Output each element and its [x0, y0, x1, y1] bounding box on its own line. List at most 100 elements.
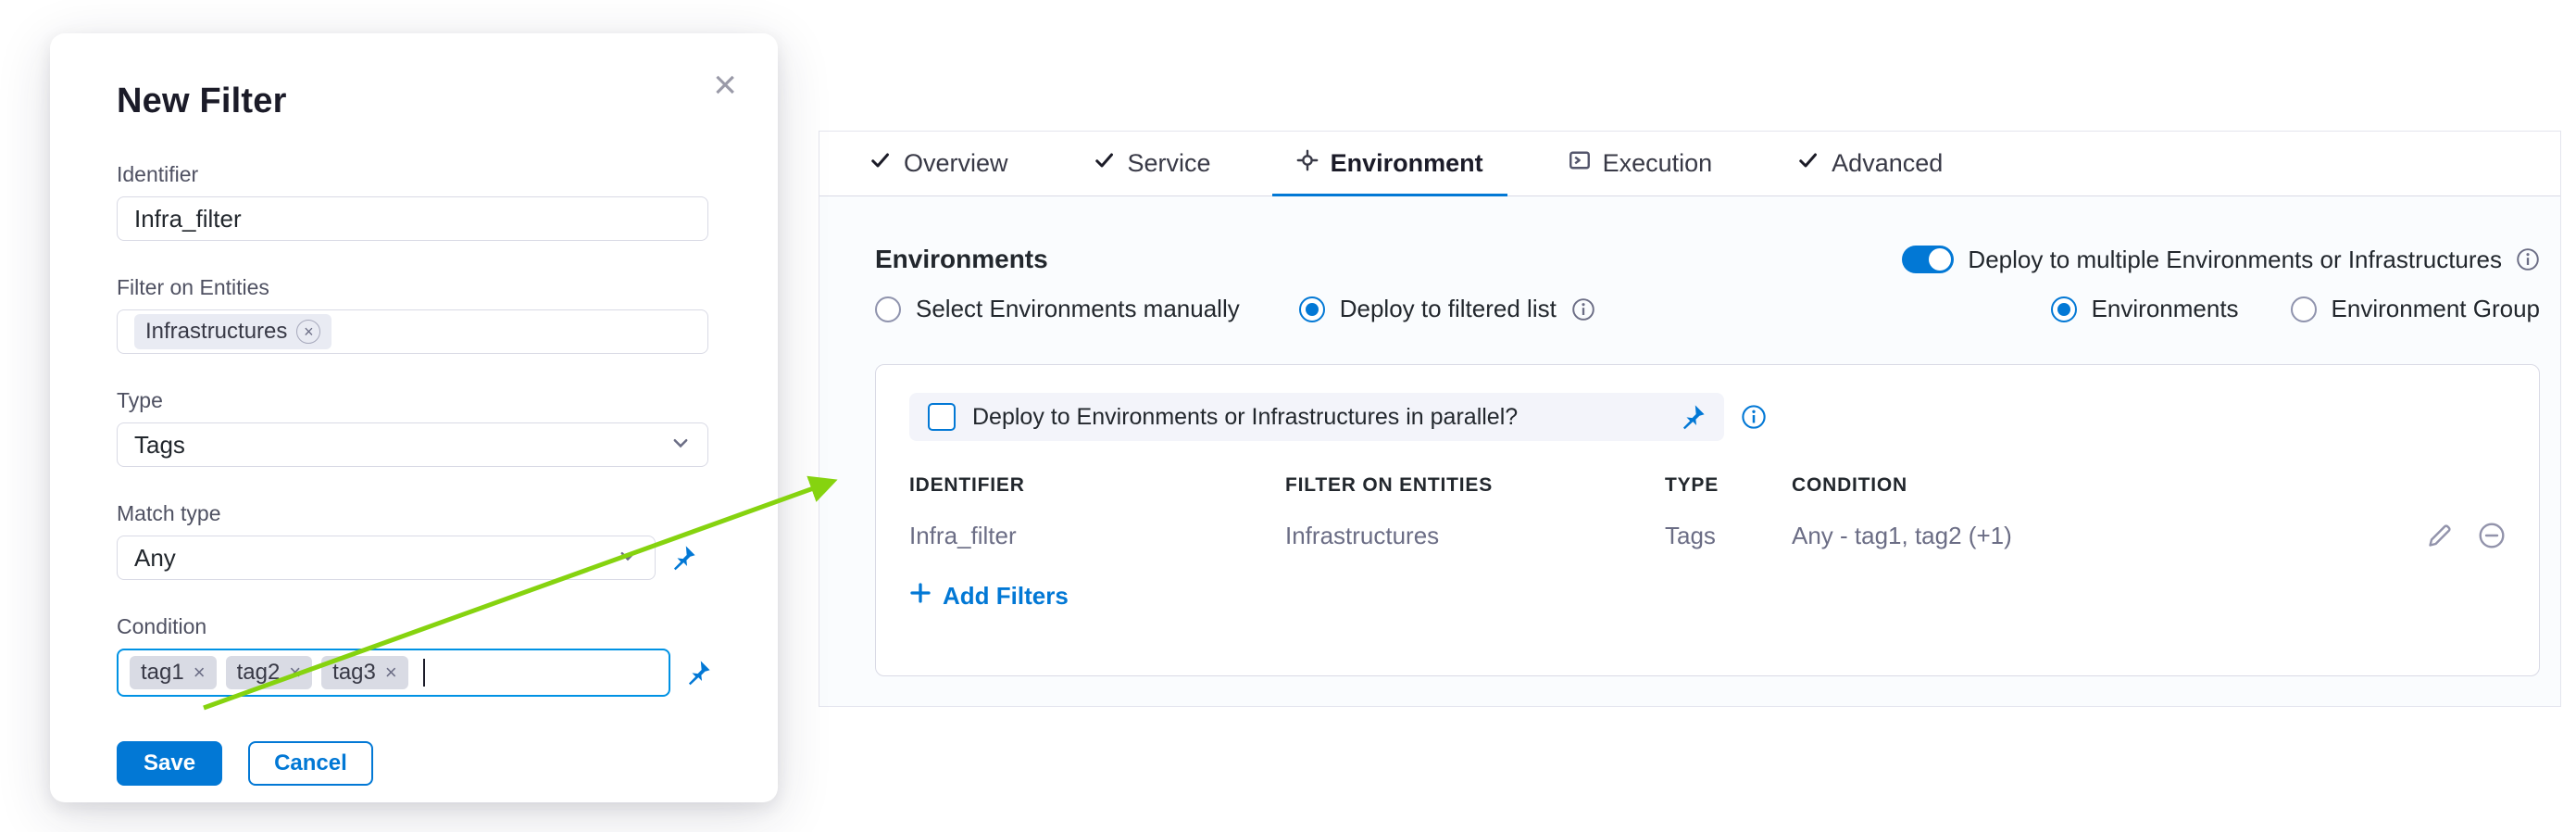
tab-advanced[interactable]: Advanced	[1773, 132, 1967, 196]
filter-on-entities-label: Filter on Entities	[117, 275, 711, 300]
condition-field-group: Condition tag1 × tag2 × tag3 ×	[117, 614, 711, 697]
info-icon[interactable]	[2516, 247, 2540, 271]
save-button[interactable]: Save	[117, 741, 222, 786]
modal-actions: Save Cancel	[117, 741, 711, 786]
tab-overview[interactable]: Overview	[845, 132, 1032, 196]
tab-environment[interactable]: Environment	[1272, 132, 1507, 196]
remove-row-icon[interactable]	[2478, 522, 2506, 549]
chevron-down-icon	[618, 544, 638, 573]
condition-chip: tag1 ×	[130, 656, 217, 689]
entity-chip-label: Infrastructures	[145, 321, 287, 343]
radio-circle	[1299, 296, 1325, 322]
text-cursor	[423, 659, 425, 687]
radio-label: Environments	[2092, 295, 2239, 323]
remove-chip-icon[interactable]: ×	[385, 662, 397, 683]
type-label: Type	[117, 388, 711, 413]
stage-config-panel: Overview Service Environment Execution	[819, 131, 2561, 707]
cancel-button[interactable]: Cancel	[248, 741, 373, 786]
type-value: Tags	[134, 431, 185, 460]
check-icon	[1094, 149, 1116, 178]
parallel-checkbox-label: Deploy to Environments or Infrastructure…	[972, 404, 1663, 431]
filter-on-entities-input[interactable]: Infrastructures ×	[117, 309, 708, 354]
env-scope-radios: Environments Environment Group	[2051, 295, 2540, 323]
filters-table-header: IDENTIFIER FILTER ON ENTITIES TYPE CONDI…	[909, 465, 2506, 506]
radio-circle	[2051, 296, 2077, 322]
remove-chip-icon[interactable]: ×	[289, 662, 301, 683]
multi-env-toggle-label: Deploy to multiple Environments or Infra…	[1968, 246, 2502, 274]
check-icon	[1797, 149, 1819, 178]
environments-heading: Environments	[875, 245, 1048, 274]
tab-label: Service	[1128, 149, 1211, 178]
pin-icon[interactable]	[1680, 404, 1706, 430]
condition-chip-label: tag2	[237, 662, 281, 684]
multi-env-toggle[interactable]	[1902, 246, 1954, 273]
identifier-field-group: Identifier	[117, 162, 711, 241]
column-header-condition: CONDITION	[1792, 474, 2387, 497]
tab-label: Overview	[904, 149, 1008, 178]
radio-circle	[2291, 296, 2317, 322]
condition-label: Condition	[117, 614, 711, 639]
cell-type: Tags	[1665, 522, 1792, 550]
cell-identifier: Infra_filter	[909, 522, 1285, 550]
cell-condition: Any - tag1, tag2 (+1)	[1792, 522, 2387, 550]
filters-card: Deploy to Environments or Infrastructure…	[875, 364, 2540, 676]
column-header-filter-on-entities: FILTER ON ENTITIES	[1285, 474, 1665, 497]
radio-environment-group[interactable]: Environment Group	[2291, 295, 2540, 323]
tab-label: Execution	[1603, 149, 1713, 178]
tab-execution[interactable]: Execution	[1544, 132, 1737, 196]
parallel-checkbox[interactable]	[928, 403, 956, 431]
cell-filter-on-entities: Infrastructures	[1285, 522, 1665, 550]
identifier-input[interactable]	[117, 196, 708, 241]
stage-tabs: Overview Service Environment Execution	[819, 132, 2560, 196]
radio-deploy-to-filtered-list[interactable]: Deploy to filtered list	[1299, 295, 1595, 323]
table-row: Infra_filter Infrastructures Tags Any - …	[909, 506, 2506, 565]
environment-icon	[1296, 149, 1319, 178]
info-icon[interactable]	[1741, 404, 1767, 430]
column-header-type: TYPE	[1665, 474, 1792, 497]
radio-environments[interactable]: Environments	[2051, 295, 2239, 323]
chevron-down-icon	[670, 431, 691, 460]
toggle-knob	[1929, 248, 1951, 271]
check-icon	[869, 149, 892, 178]
condition-chip-label: tag3	[332, 662, 376, 684]
screen: × New Filter Identifier Filter on Entiti…	[0, 0, 2576, 832]
environment-tab-content: Environments Deploy to multiple Environm…	[819, 196, 2560, 706]
radio-label: Environment Group	[2332, 295, 2540, 323]
identifier-label: Identifier	[117, 162, 711, 187]
remove-chip-icon[interactable]: ×	[296, 320, 320, 344]
match-type-value: Any	[134, 544, 176, 573]
pin-icon[interactable]	[685, 660, 711, 686]
radio-select-environments-manually[interactable]: Select Environments manually	[875, 295, 1240, 323]
type-select[interactable]: Tags	[117, 422, 708, 467]
info-icon[interactable]	[1571, 297, 1595, 321]
match-type-select[interactable]: Any	[117, 536, 656, 580]
modal-title: New Filter	[117, 82, 711, 121]
parallel-option-bar: Deploy to Environments or Infrastructure…	[909, 393, 1724, 441]
filter-on-entities-field-group: Filter on Entities Infrastructures ×	[117, 275, 711, 354]
match-type-label: Match type	[117, 501, 711, 526]
radio-label: Deploy to filtered list	[1340, 295, 1557, 323]
column-header-identifier: IDENTIFIER	[909, 474, 1285, 497]
radio-label: Select Environments manually	[916, 295, 1240, 323]
close-icon[interactable]: ×	[713, 65, 737, 106]
condition-chip: tag3 ×	[321, 656, 408, 689]
remove-chip-icon[interactable]: ×	[194, 662, 206, 683]
multi-env-toggle-group: Deploy to multiple Environments or Infra…	[1902, 246, 2540, 274]
pin-icon[interactable]	[670, 545, 696, 571]
condition-input[interactable]: tag1 × tag2 × tag3 ×	[117, 649, 670, 697]
plus-icon	[909, 582, 932, 611]
entity-chip: Infrastructures ×	[134, 314, 331, 349]
condition-chip: tag2 ×	[226, 656, 313, 689]
execution-icon	[1569, 149, 1591, 178]
match-type-field-group: Match type Any	[117, 501, 711, 580]
tab-label: Environment	[1331, 149, 1483, 178]
type-field-group: Type Tags	[117, 388, 711, 467]
new-filter-modal: × New Filter Identifier Filter on Entiti…	[50, 33, 778, 802]
tab-label: Advanced	[1832, 149, 1943, 178]
tab-service[interactable]: Service	[1069, 132, 1235, 196]
edit-pencil-icon[interactable]	[2426, 522, 2454, 549]
add-filters-button[interactable]: Add Filters	[909, 582, 1069, 611]
condition-chip-label: tag1	[141, 662, 184, 684]
add-filters-label: Add Filters	[943, 582, 1069, 611]
radio-circle	[875, 296, 901, 322]
